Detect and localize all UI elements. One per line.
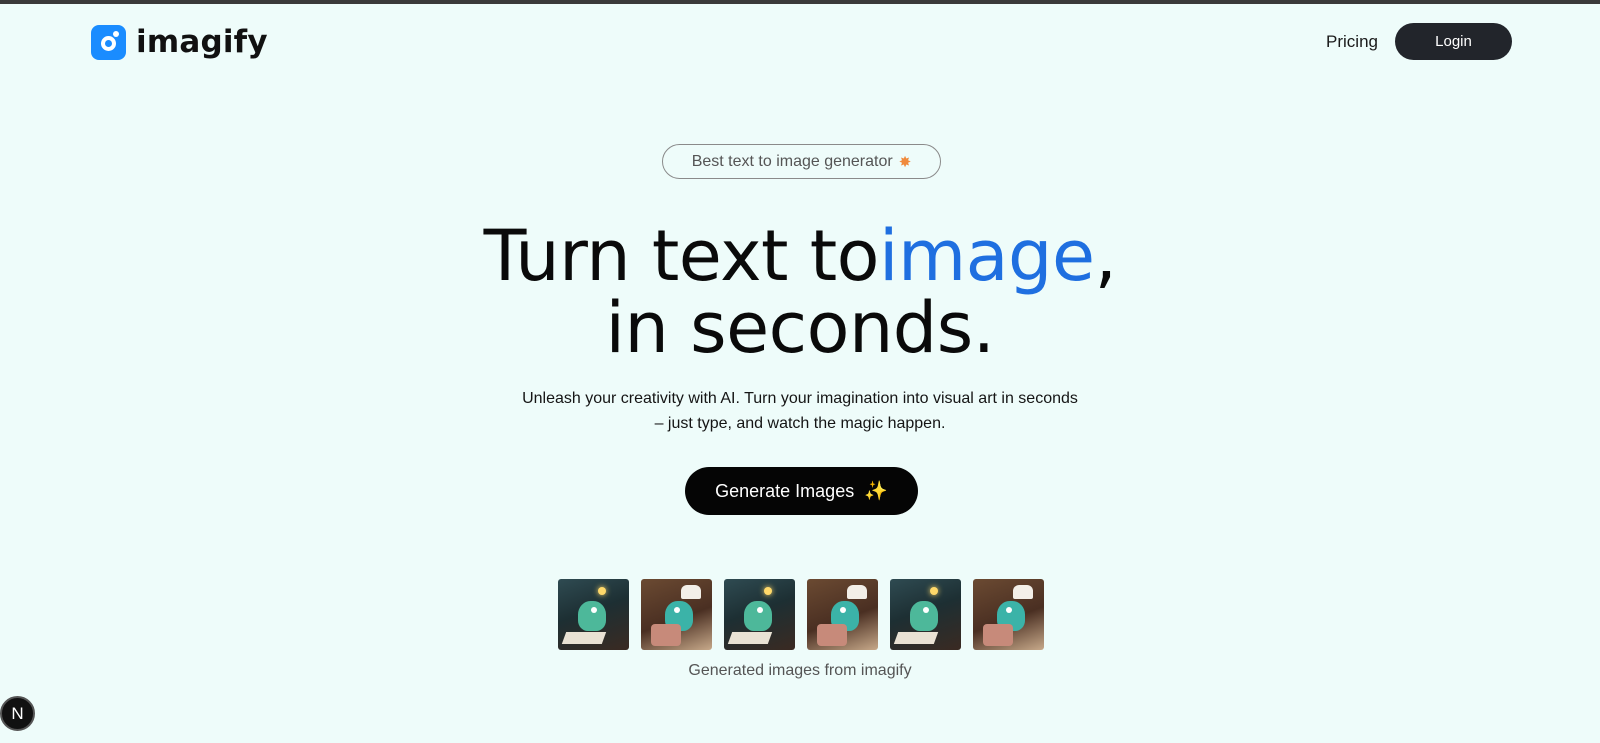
hero-title-accent: image — [879, 215, 1095, 297]
brand-logo[interactable]: imagify — [91, 24, 268, 60]
sample-image-monster-chef-cake — [641, 579, 712, 650]
starburst-icon: ✸ — [898, 153, 912, 171]
sparkles-icon: ✨ — [864, 481, 888, 502]
hero-title-part1: Turn text to — [483, 215, 880, 297]
sample-image-monster-writing — [724, 579, 795, 650]
sample-image-monster-writing — [558, 579, 629, 650]
sample-image-monster-writing — [890, 579, 961, 650]
tagline-badge: Best text to image generator ✸ — [662, 144, 941, 179]
tagline-text: Best text to image generator — [691, 152, 893, 170]
login-button[interactable]: Login — [1395, 23, 1512, 60]
imagify-logo-icon — [91, 24, 126, 60]
generate-images-label: Generate Images — [715, 480, 855, 501]
generate-images-button[interactable]: Generate Images ✨ — [685, 467, 918, 515]
gallery-caption: Generated images from imagify — [688, 662, 912, 679]
hero-subtitle-line1: Unleash your creativity with AI. Turn yo… — [522, 390, 1078, 407]
sample-image-monster-chef-cake — [807, 579, 878, 650]
top-border — [0, 0, 1600, 4]
hero-subtitle-line2: – just type, and watch the magic happen. — [654, 415, 946, 432]
hero-title-line2: in seconds. — [605, 287, 995, 369]
pricing-link[interactable]: Pricing — [1326, 32, 1378, 52]
hero-title: Turn text toimage, in seconds. — [0, 220, 1600, 364]
nextjs-dev-badge[interactable]: N — [0, 696, 35, 731]
sample-image-monster-chef-cake — [973, 579, 1044, 650]
hero-subtitle: Unleash your creativity with AI. Turn yo… — [0, 386, 1600, 436]
brand-name: imagify — [136, 24, 268, 60]
hero-title-comma: , — [1094, 215, 1117, 297]
top-nav: Pricing Login — [1326, 23, 1512, 60]
sample-gallery — [558, 579, 1044, 650]
